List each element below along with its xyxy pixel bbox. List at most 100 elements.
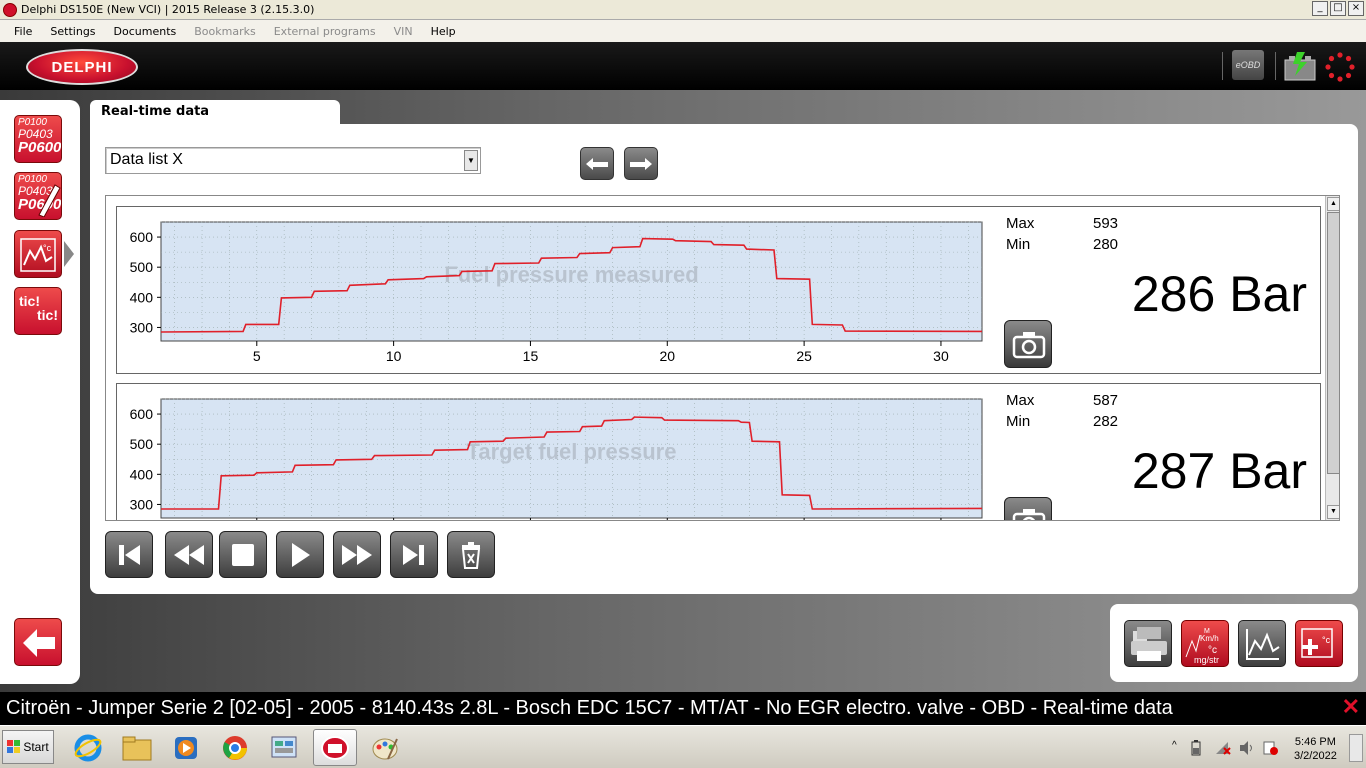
show-desktop-button[interactable] [1349, 734, 1363, 762]
erase-fault-codes-button[interactable]: P0100 P0403 P0600 [14, 172, 62, 220]
print-button[interactable] [1124, 620, 1172, 667]
menu-file[interactable]: File [14, 25, 32, 38]
clock-time: 5:46 PM [1294, 736, 1336, 748]
close-button[interactable]: × [1348, 1, 1364, 16]
start-label: Start [23, 740, 49, 754]
graph-icon [1246, 629, 1280, 660]
logo-text: DELPHI [51, 58, 113, 76]
y-tick-label: 400 [130, 466, 154, 482]
undo-arrow-icon [586, 157, 608, 170]
units-button[interactable]: M Km/h °c mg/str [1181, 620, 1229, 667]
max-value: 593 [1093, 215, 1119, 232]
clock[interactable]: 5:46 PM 3/2/2022 [1294, 735, 1337, 763]
media-player-icon[interactable] [164, 729, 208, 766]
svg-text:°c: °c [43, 243, 52, 253]
add-parameter-button[interactable]: °c [1295, 620, 1343, 667]
max-value: 587 [1093, 392, 1119, 409]
menu-settings[interactable]: Settings [50, 25, 95, 38]
active-indicator [64, 241, 74, 267]
rewind-button[interactable] [165, 531, 213, 578]
scroll-down-icon[interactable]: ▼ [1327, 505, 1339, 519]
minimize-button[interactable]: _ [1312, 1, 1328, 16]
min-label: Min [1006, 413, 1031, 430]
x-tick-label: 25 [796, 348, 812, 364]
internet-explorer-icon[interactable] [66, 729, 110, 766]
clock-date: 3/2/2022 [1294, 750, 1337, 762]
snapshot-button[interactable] [1004, 497, 1052, 520]
header-divider [1275, 52, 1276, 80]
chrome-icon[interactable] [213, 729, 257, 766]
scroll-thumb[interactable] [1327, 212, 1339, 474]
taskbar: Start ^ 5:46 PM 3/2/2022 [0, 725, 1366, 768]
stop-button[interactable] [219, 531, 267, 578]
eraser-icon [38, 184, 61, 217]
redo-arrow-icon [630, 157, 652, 170]
connection-spinner-icon [1325, 52, 1355, 82]
go-to-end-button[interactable] [390, 531, 438, 578]
close-vehicle-icon[interactable]: ✕ [1342, 694, 1360, 720]
vehicle-info: Citroën - Jumper Serie 2 [02-05] - 2005 … [6, 697, 1173, 719]
menu-external-programs[interactable]: External programs [274, 25, 376, 38]
actuator-test-button[interactable]: tic! tic! [14, 287, 62, 335]
menu-bar: File Settings Documents Bookmarks Extern… [0, 20, 1366, 42]
volume-icon[interactable] [1238, 740, 1256, 756]
scroll-up-icon[interactable]: ▲ [1327, 197, 1339, 211]
y-tick-label: 300 [130, 496, 154, 512]
menu-documents[interactable]: Documents [114, 25, 177, 38]
window-titlebar: Delphi DS150E (New VCI) | 2015 Release 3… [0, 0, 1366, 20]
add-graph-icon: °c [1301, 628, 1333, 658]
realtime-data-button[interactable]: °c [14, 230, 62, 278]
menu-help[interactable]: Help [431, 25, 456, 38]
stop-icon [232, 543, 254, 566]
menu-vin[interactable]: VIN [394, 25, 413, 38]
play-button[interactable] [276, 531, 324, 578]
vehicle-status-bar: Citroën - Jumper Serie 2 [02-05] - 2005 … [0, 692, 1366, 725]
next-list-button[interactable] [624, 147, 658, 180]
skip-end-icon [403, 544, 424, 565]
start-button[interactable]: Start [2, 730, 54, 764]
back-arrow-icon [23, 629, 55, 657]
data-list-select[interactable]: Data list X ▼ [105, 147, 481, 174]
graph-view-button[interactable] [1238, 620, 1286, 667]
svg-text:Km/h: Km/h [1200, 634, 1219, 643]
maximize-button[interactable]: □ [1330, 1, 1346, 16]
window-title: Delphi DS150E (New VCI) | 2015 Release 3… [21, 3, 315, 16]
y-tick-label: 300 [130, 319, 154, 335]
show-hidden-icons-icon[interactable]: ^ [1172, 740, 1177, 751]
current-value: 287 Bar [1131, 443, 1307, 499]
delphi-logo: DELPHI [26, 49, 138, 85]
previous-list-button[interactable] [580, 147, 614, 180]
action-center-icon[interactable] [1262, 740, 1280, 756]
panel-title: Real-time data [101, 104, 210, 119]
read-fault-codes-button[interactable]: P0100 P0403 P0600 [14, 115, 62, 163]
app-header: DELPHI eOBD [0, 42, 1366, 90]
paint-icon[interactable] [363, 729, 407, 766]
network-icon[interactable] [1214, 740, 1232, 756]
camera-icon [1012, 509, 1046, 520]
snapshot-button[interactable] [1004, 320, 1052, 368]
battery-tray-icon[interactable] [1190, 740, 1202, 756]
delete-recording-button[interactable] [447, 531, 495, 578]
delphi-app-taskbar-icon[interactable] [313, 729, 357, 766]
eobd-button[interactable]: eOBD [1232, 50, 1264, 80]
graphs-scrollbar[interactable]: ▲ ▼ [1325, 196, 1339, 520]
svg-text:mg/str: mg/str [1194, 655, 1219, 665]
x-tick-label: 5 [253, 348, 261, 364]
fast-forward-button[interactable] [333, 531, 381, 578]
chevron-down-icon[interactable]: ▼ [464, 150, 478, 171]
graph-fuel-pressure-measured: 5 10 15 20 25 30 300 400 500 600 Fuel pressure mea… [116, 206, 1321, 374]
current-value: 286 Bar [1131, 266, 1307, 322]
units-icon: M Km/h °c mg/str [1185, 628, 1219, 665]
camera-icon [1012, 332, 1046, 359]
trash-icon [461, 541, 481, 569]
battery-icon[interactable] [1283, 50, 1317, 82]
x-tick-label: 20 [659, 348, 675, 364]
file-explorer-icon[interactable] [115, 729, 159, 766]
svg-text:°c: °c [1322, 635, 1331, 645]
control-panel-icon[interactable] [262, 729, 306, 766]
fast-forward-icon [342, 544, 372, 565]
back-button[interactable] [14, 618, 62, 666]
menu-bookmarks[interactable]: Bookmarks [194, 25, 255, 38]
tic-label: tic! [37, 307, 58, 323]
go-to-start-button[interactable] [105, 531, 153, 578]
